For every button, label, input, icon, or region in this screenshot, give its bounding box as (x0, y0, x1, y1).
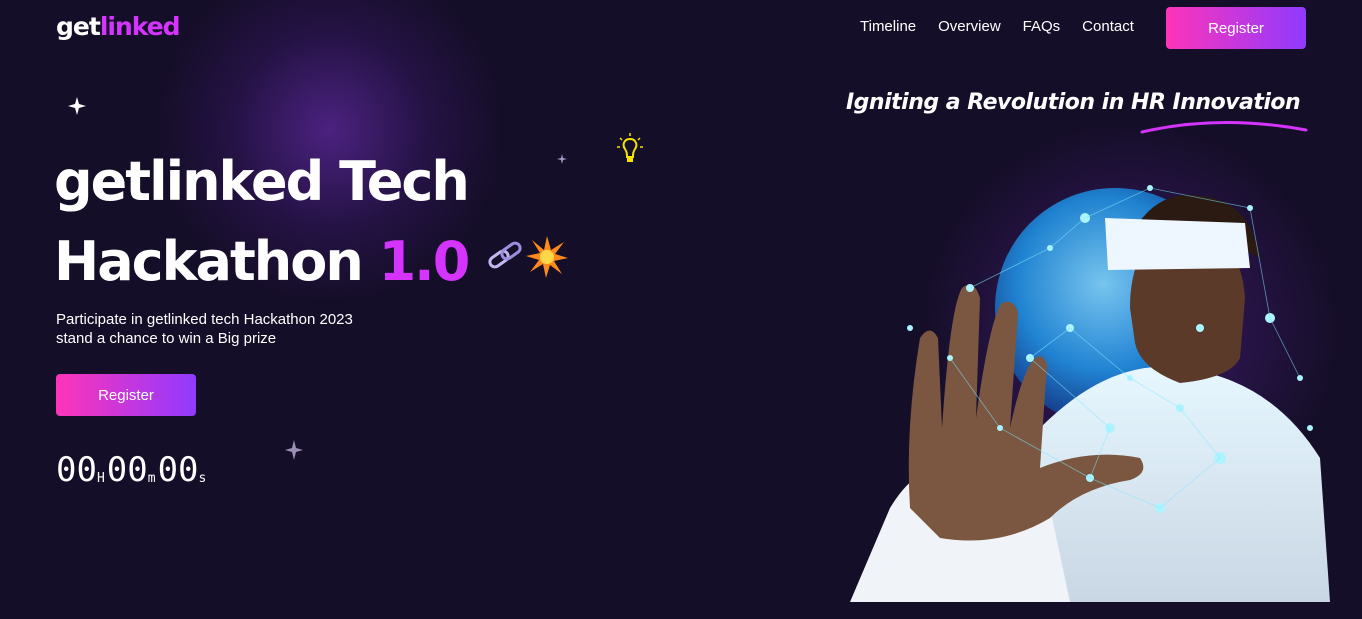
logo-main: get (56, 12, 101, 41)
sparkle-icon (557, 154, 567, 164)
hero-image (850, 185, 1330, 602)
countdown-seconds-unit: s (198, 471, 207, 486)
countdown-hours: 00 (56, 450, 97, 490)
countdown-minutes-unit: m (147, 471, 156, 486)
burst-icon (526, 236, 568, 278)
hero-title-word: Hackathon (54, 230, 364, 293)
hero-subtitle: Participate in getlinked tech Hackathon … (56, 311, 353, 347)
chain-icon (488, 241, 522, 269)
bulb-icon (617, 133, 643, 162)
countdown-minutes: 00 (106, 450, 148, 490)
hero-tagline: Igniting a Revolution in HR Innovation (846, 90, 1301, 115)
hero-title: getlinked Tech Hackathon 1.0 (54, 142, 471, 302)
sparkle-icon (68, 97, 86, 115)
hero-register-button[interactable]: Register (56, 374, 196, 416)
hero-title-line1: getlinked Tech (54, 150, 470, 213)
logo[interactable]: getlinked (56, 12, 181, 41)
countdown-hours-unit: H (96, 471, 105, 486)
logo-accent: linked (99, 12, 181, 41)
countdown-timer: 00 H 00 m 00 s (56, 450, 208, 490)
nav-overview[interactable]: Overview (938, 18, 1001, 35)
header-register-button[interactable]: Register (1166, 7, 1306, 49)
sparkle-icon (285, 440, 303, 460)
nav-timeline[interactable]: Timeline (860, 18, 916, 35)
countdown-seconds: 00 (157, 450, 199, 490)
nav-faqs[interactable]: FAQs (1023, 18, 1061, 35)
nav-contact[interactable]: Contact (1082, 18, 1134, 35)
hero-title-version: 1.0 (378, 230, 471, 293)
main-nav: Timeline Overview FAQs Contact (860, 18, 1134, 35)
hero-title-line2: Hackathon 1.0 (54, 222, 471, 302)
